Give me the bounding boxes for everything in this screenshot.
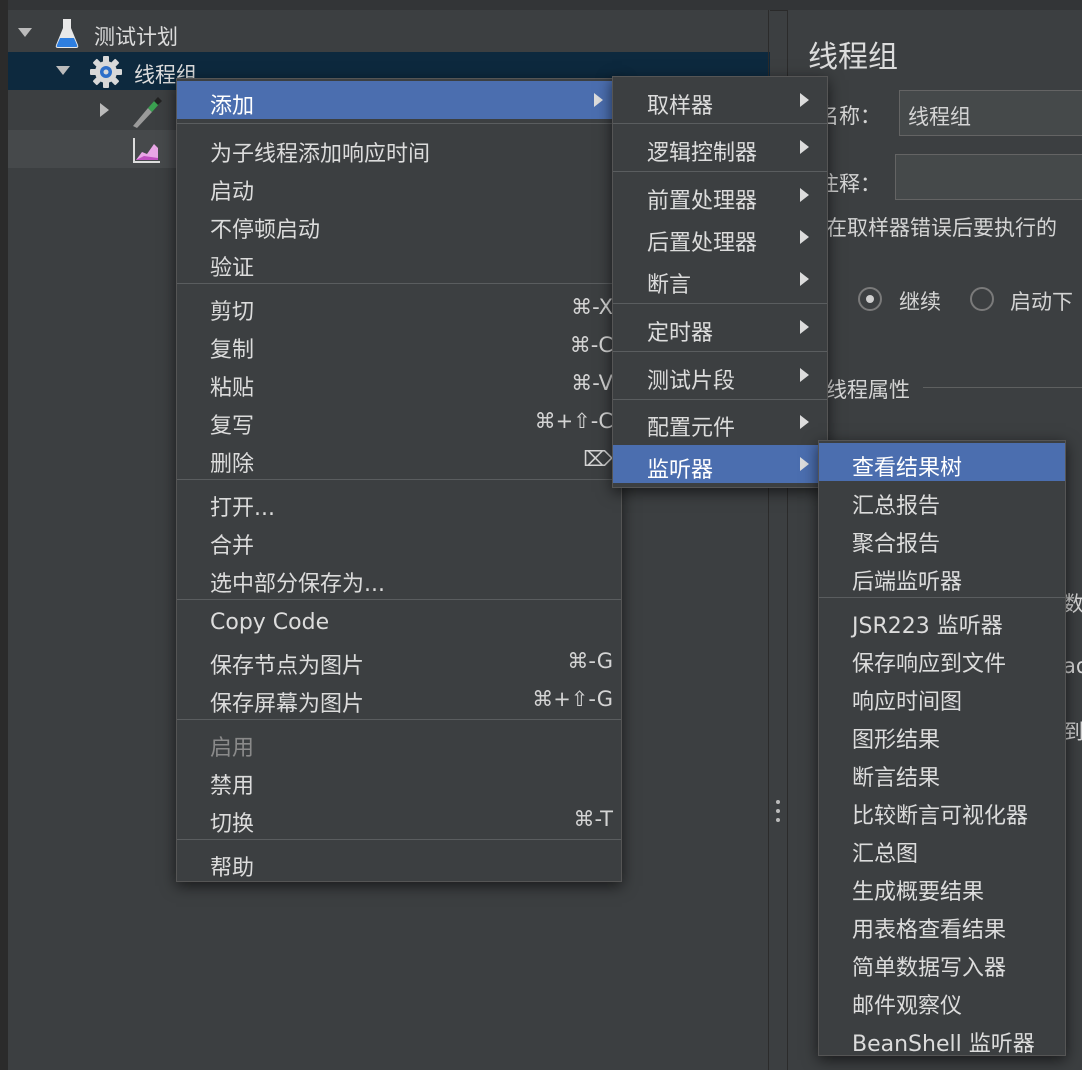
- menu-item-help[interactable]: 帮助: [177, 843, 621, 881]
- menu-item-merge[interactable]: 合并: [177, 521, 621, 559]
- listener-view-results-table[interactable]: 用表格查看结果: [819, 905, 1065, 943]
- menu-item-toggle[interactable]: 切换 ⌘-T: [177, 799, 621, 837]
- expand-arrow-icon[interactable]: [18, 28, 32, 37]
- sampler-error-label: 在取样器错误后要执行的: [826, 216, 1057, 240]
- flask-icon: [55, 19, 79, 48]
- tree-label-test-plan: 测试计划: [94, 25, 178, 49]
- listener-simple-data-writer[interactable]: 简单数据写入器: [819, 943, 1065, 981]
- group-border: [923, 387, 1082, 388]
- menu-item-paste[interactable]: 粘贴 ⌘-V: [177, 363, 621, 401]
- expand-arrow-icon[interactable]: [56, 66, 70, 75]
- listener-response-time-graph[interactable]: 响应时间图: [819, 677, 1065, 715]
- menu-separator: [177, 599, 621, 600]
- pipette-icon: [133, 97, 162, 128]
- menu-separator: [613, 399, 827, 400]
- submenu-arrow-icon: [800, 415, 809, 429]
- listener-view-results-tree[interactable]: 查看结果树: [819, 443, 1065, 481]
- panel-title: 线程组: [808, 40, 898, 75]
- listener-aggregate-graph[interactable]: 汇总图: [819, 829, 1065, 867]
- submenu-item-logic-controller[interactable]: 逻辑控制器: [613, 128, 827, 166]
- menu-item-start[interactable]: 启动: [177, 167, 621, 205]
- submenu-arrow-icon: [800, 457, 809, 471]
- menu-separator: [819, 597, 1065, 598]
- submenu-arrow-icon: [800, 272, 809, 286]
- radio-continue[interactable]: [858, 287, 882, 311]
- menu-separator: [613, 171, 827, 172]
- menu-item-validate[interactable]: 验证: [177, 243, 621, 281]
- window-edge: [0, 0, 8, 1070]
- listener-aggregate-report[interactable]: 聚合报告: [819, 519, 1065, 557]
- menu-separator: [177, 479, 621, 480]
- submenu-arrow-icon: [800, 320, 809, 334]
- radio-continue-label: 继续: [899, 290, 941, 314]
- listener-backend-listener[interactable]: 后端监听器: [819, 557, 1065, 595]
- menu-separator: [613, 123, 827, 124]
- menu-item-enable: 启用: [210, 736, 255, 761]
- menu-separator: [613, 303, 827, 304]
- submenu-arrow-icon: [800, 140, 809, 154]
- menu-separator: [177, 719, 621, 720]
- add-submenu: 取样器 逻辑控制器 前置处理器 后置处理器 断言 定时器 测试片段 配置元件 监…: [612, 76, 828, 488]
- submenu-arrow-icon: [800, 230, 809, 244]
- submenu-item-post-processor[interactable]: 后置处理器: [613, 218, 827, 256]
- radio-start-next-label: 启动下: [1010, 290, 1073, 314]
- listener-beanshell[interactable]: BeanShell 监听器: [819, 1019, 1065, 1057]
- menu-item-save-selection-as[interactable]: 选中部分保存为...: [177, 559, 621, 597]
- menu-item-add-response-time[interactable]: 为子线程添加响应时间: [177, 129, 621, 167]
- listener-jsr223[interactable]: JSR223 监听器: [819, 601, 1065, 639]
- submenu-arrow-icon: [800, 93, 809, 107]
- submenu-arrow-icon: [594, 93, 603, 107]
- menu-item-delete[interactable]: 删除 ⌦: [177, 439, 621, 477]
- delete-key-icon: ⌦: [583, 447, 613, 471]
- menu-item-open[interactable]: 打开...: [177, 483, 621, 521]
- menu-item-save-node-image[interactable]: 保存节点为图片 ⌘-G: [177, 641, 621, 679]
- menu-separator: [177, 123, 621, 124]
- listener-comparison-assertion-visualizer[interactable]: 比较断言可视化器: [819, 791, 1065, 829]
- menu-item-start-no-pause[interactable]: 不停顿启动: [177, 205, 621, 243]
- listener-mailer-visualizer[interactable]: 邮件观察仪: [819, 981, 1065, 1019]
- menu-separator: [177, 839, 621, 840]
- listener-submenu: 查看结果树 汇总报告 聚合报告 后端监听器 JSR223 监听器 保存响应到文件…: [818, 440, 1066, 1057]
- submenu-item-assertion[interactable]: 断言: [613, 260, 827, 298]
- listener-graph-results[interactable]: 图形结果: [819, 715, 1065, 753]
- submenu-item-listener[interactable]: 监听器: [613, 445, 827, 483]
- name-field[interactable]: 线程组: [899, 90, 1082, 136]
- gear-icon: [90, 56, 122, 88]
- context-menu: 添加 为子线程添加响应时间 启动 不停顿启动 验证 剪切 ⌘-X 复制 ⌘-C …: [176, 78, 622, 882]
- menu-item-disable[interactable]: 禁用: [177, 761, 621, 799]
- comment-field[interactable]: [895, 154, 1082, 200]
- menu-separator: [177, 283, 621, 284]
- submenu-item-pre-processor[interactable]: 前置处理器: [613, 176, 827, 214]
- tree-node-test-plan[interactable]: 测试计划: [8, 14, 770, 52]
- listener-assertion-results[interactable]: 断言结果: [819, 753, 1065, 791]
- menu-item-save-screen-image[interactable]: 保存屏幕为图片 ⌘+⇧-G: [177, 679, 621, 717]
- menu-separator: [613, 351, 827, 352]
- submenu-arrow-icon: [800, 188, 809, 202]
- menu-item-copy-code[interactable]: Copy Code: [177, 603, 621, 641]
- menu-item-copy[interactable]: 复制 ⌘-C: [177, 325, 621, 363]
- listener-generate-summary[interactable]: 生成概要结果: [819, 867, 1065, 905]
- listener-summary-report[interactable]: 汇总报告: [819, 481, 1065, 519]
- menu-item-cut[interactable]: 剪切 ⌘-X: [177, 287, 621, 325]
- graph-icon: [133, 138, 160, 163]
- menu-item-add[interactable]: 添加: [177, 81, 621, 119]
- radio-start-next[interactable]: [970, 287, 994, 311]
- submenu-item-config-element[interactable]: 配置元件: [613, 403, 827, 441]
- listener-save-responses[interactable]: 保存响应到文件: [819, 639, 1065, 677]
- thread-properties-label: 线程属性: [826, 378, 910, 402]
- submenu-item-timer[interactable]: 定时器: [613, 308, 827, 346]
- name-field-value: 线程组: [908, 105, 971, 129]
- submenu-arrow-icon: [800, 368, 809, 382]
- splitter-handle[interactable]: [775, 800, 781, 828]
- submenu-item-sampler[interactable]: 取样器: [613, 81, 827, 119]
- expand-arrow-icon[interactable]: [100, 103, 109, 117]
- submenu-item-test-fragment[interactable]: 测试片段: [613, 356, 827, 394]
- menu-item-duplicate[interactable]: 复写 ⌘+⇧-C: [177, 401, 621, 439]
